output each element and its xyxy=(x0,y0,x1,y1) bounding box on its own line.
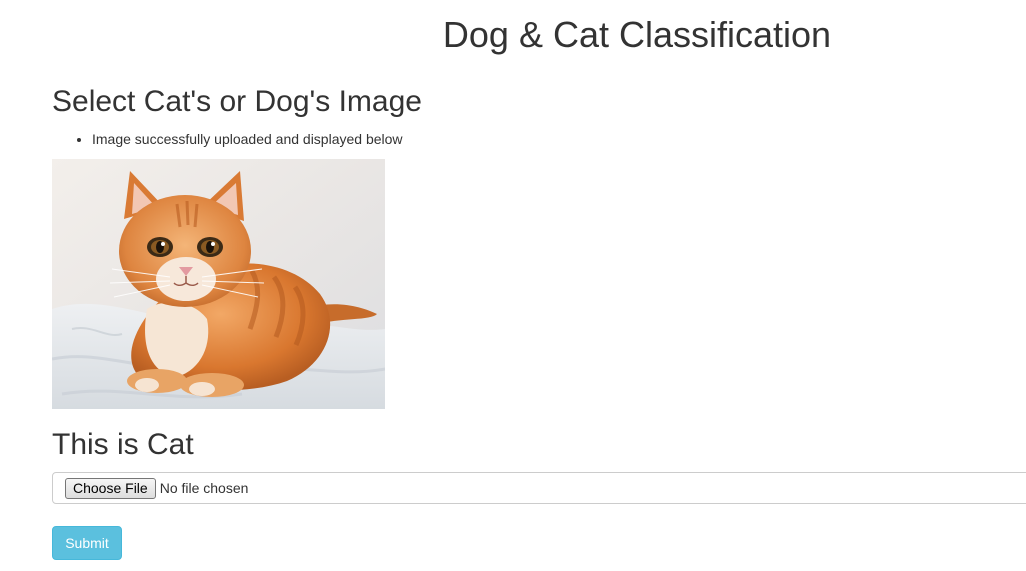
page-title: Dog & Cat Classification xyxy=(442,14,832,55)
uploaded-cat-image xyxy=(52,159,385,409)
choose-file-button[interactable]: Choose File xyxy=(65,477,156,499)
file-input[interactable]: Choose File No file chosen xyxy=(52,472,1026,504)
flash-messages: Image successfully uploaded and displaye… xyxy=(52,130,403,148)
upload-heading: Select Cat's or Dog's Image xyxy=(52,85,422,118)
file-status: No file chosen xyxy=(159,480,249,496)
submit-button[interactable]: Submit xyxy=(52,526,122,560)
prediction-result: This is Cat xyxy=(52,428,194,461)
page: Dog & Cat Classification Select Cat's or… xyxy=(0,0,1026,571)
flash-message: Image successfully uploaded and displaye… xyxy=(92,130,403,148)
